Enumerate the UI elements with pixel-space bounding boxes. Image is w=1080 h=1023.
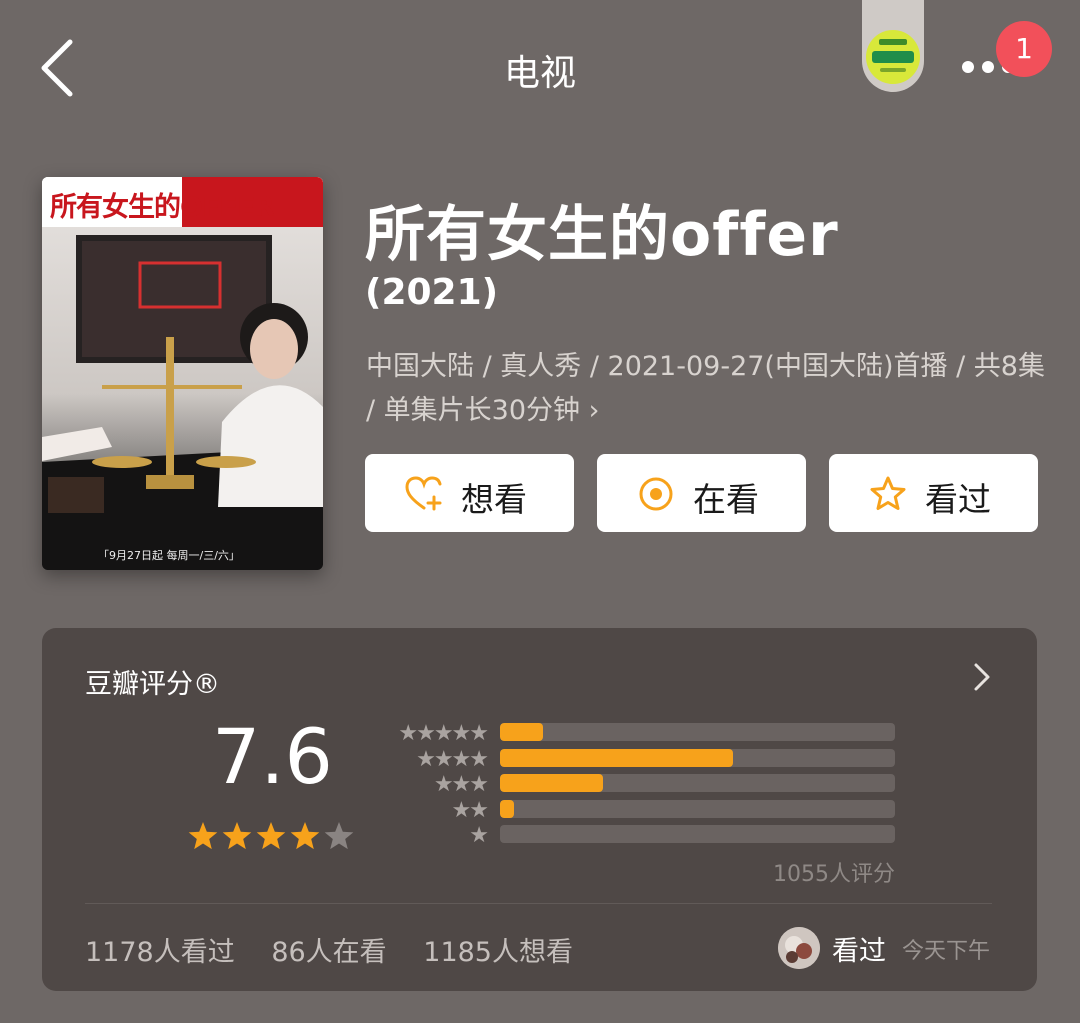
show-poster[interactable]: 所有女生的OFFER 「9月27日起 每周一/三/六」 — [42, 177, 323, 570]
audience-stats: 1178人看过 86人在看 1185人想看 — [85, 930, 601, 969]
friend-time: 今天下午 — [902, 939, 991, 964]
poster-tagline: 「9月27日起 每周一/三/六」 — [98, 549, 240, 562]
star-level-2: ★★ — [451, 797, 489, 823]
poster-artwork — [42, 177, 323, 570]
poster-title-text: 所有女生的OFFER — [50, 192, 275, 223]
rating-bar-5 — [500, 723, 895, 741]
star-level-1: ★ — [469, 823, 489, 848]
rating-bar-fill — [500, 799, 514, 818]
mini-program-logo-icon — [866, 30, 920, 84]
star-filled-icon — [188, 822, 218, 850]
star-filled-icon — [256, 822, 286, 850]
target-circle-icon — [637, 475, 675, 513]
star-level-3: ★★★ — [433, 772, 489, 797]
score-stars — [186, 820, 356, 854]
show-title: 所有女生的offer — [365, 200, 839, 270]
watching-count[interactable]: 86人在看 — [271, 937, 386, 968]
show-meta[interactable]: 中国大陆 / 真人秀 / 2021-09-27(中国大陆)首播 / 共8集 / … — [366, 345, 1046, 433]
rating-label: 豆瓣评分® — [85, 669, 220, 700]
friend-status: 看过 — [832, 936, 886, 967]
rating-bar-4 — [500, 748, 895, 767]
watched-button[interactable]: 看过 — [829, 454, 1038, 532]
rating-bar-fill — [500, 774, 603, 792]
top-bar: 电视 1 — [0, 0, 1080, 140]
mini-program-tab[interactable] — [862, 0, 924, 92]
star-empty-icon — [324, 822, 354, 850]
star-level-4: ★★★★ — [416, 746, 489, 772]
rating-bar-fill — [500, 748, 734, 767]
douban-rating-card[interactable]: 豆瓣评分® 7.6 ★★★★★ ★★★★ ★★★ ★★ ★ 1055人评分 11… — [42, 628, 1037, 991]
star-filled-icon — [222, 822, 252, 850]
rating-bar-3 — [500, 774, 895, 792]
want-to-watch-label: 想看 — [461, 480, 527, 519]
card-divider — [85, 903, 992, 904]
watched-label: 看过 — [925, 480, 991, 519]
heart-plus-icon — [405, 475, 443, 513]
avatar — [778, 927, 820, 969]
rating-score: 7.6 — [212, 712, 333, 801]
star-outline-icon — [869, 475, 907, 513]
want-to-watch-button[interactable]: 想看 — [365, 454, 574, 532]
notification-badge[interactable]: 1 — [996, 21, 1052, 77]
score-stars-svg — [188, 822, 354, 850]
watching-label: 在看 — [693, 480, 759, 519]
chevron-right-icon[interactable] — [970, 662, 994, 692]
want-count[interactable]: 1185人想看 — [423, 937, 573, 968]
rating-bar-fill — [500, 723, 544, 741]
star-filled-icon — [290, 822, 320, 850]
watched-count[interactable]: 1178人看过 — [85, 937, 235, 968]
show-year: (2021) — [365, 272, 499, 313]
rating-bar-1 — [500, 825, 895, 843]
rating-count: 1055人评分 — [773, 862, 895, 887]
watching-button[interactable]: 在看 — [597, 454, 806, 532]
rating-distribution — [500, 723, 895, 851]
star-level-labels: ★★★★★ ★★★★ ★★★ ★★ ★ — [387, 721, 489, 849]
star-level-5: ★★★★★ — [398, 721, 489, 746]
rating-bar-2 — [500, 799, 895, 818]
